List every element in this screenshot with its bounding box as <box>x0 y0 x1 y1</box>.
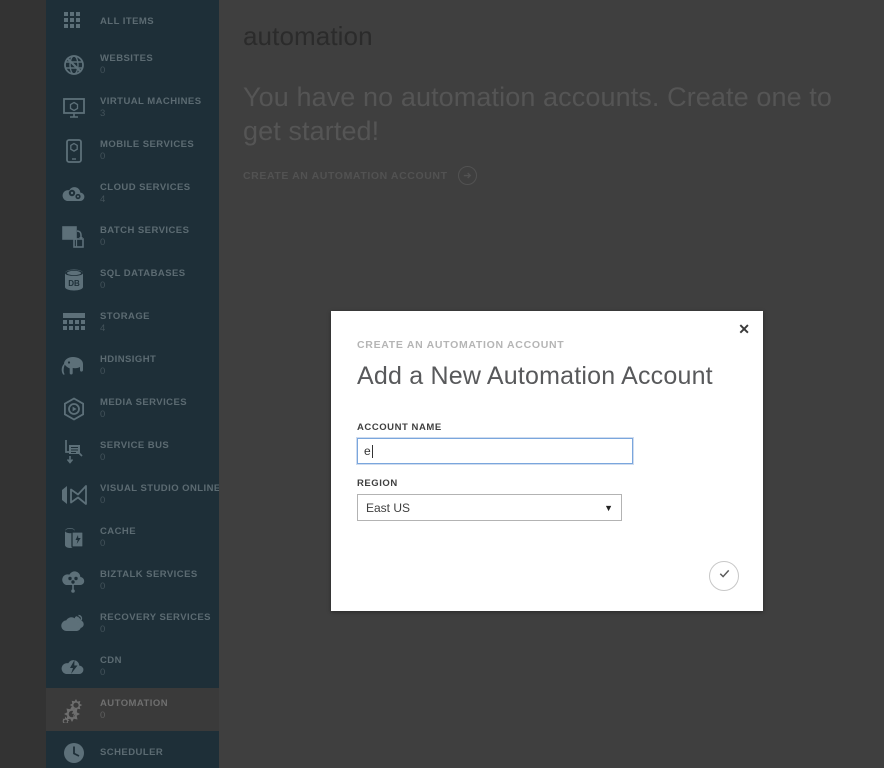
sidebar-item-label: CACHE <box>100 525 137 537</box>
table-icon <box>54 305 94 341</box>
sidebar-item-label: VISUAL STUDIO ONLINE <box>100 482 219 494</box>
azure-portal-window: ALL ITEMS WEBSITES 0 VIRTUAL MACHINES 3 … <box>0 0 884 768</box>
sidebar-item-biztalk-services[interactable]: BIZTALK SERVICES 0 <box>46 559 219 602</box>
cdn-cloud-icon <box>54 649 94 685</box>
grid-icon <box>54 4 94 40</box>
elephant-icon <box>54 348 94 384</box>
left-rail-strip <box>0 0 46 768</box>
sidebar-item-count: 0 <box>100 623 106 635</box>
sidebar-item-all-items[interactable]: ALL ITEMS <box>46 0 219 43</box>
visual-studio-icon <box>54 477 94 513</box>
sidebar-item-count: 4 <box>100 322 106 334</box>
sidebar-item-storage[interactable]: STORAGE 4 <box>46 301 219 344</box>
media-play-icon <box>54 391 94 427</box>
sidebar-item-count: 0 <box>100 666 106 678</box>
page-title: automation <box>243 21 373 51</box>
biztalk-icon <box>54 563 94 599</box>
sidebar-item-hdinsight[interactable]: HDINSIGHT 0 <box>46 344 219 387</box>
sidebar-item-label: CDN <box>100 654 122 666</box>
sidebar-item-cdn[interactable]: CDN 0 <box>46 645 219 688</box>
account-name-value: e <box>364 444 371 458</box>
sidebar-item-websites[interactable]: WEBSITES 0 <box>46 43 219 86</box>
recovery-cloud-icon <box>54 606 94 642</box>
sidebar-item-count: 0 <box>100 709 106 721</box>
sidebar-item-recovery-services[interactable]: RECOVERY SERVICES 0 <box>46 602 219 645</box>
sidebar-item-label: MEDIA SERVICES <box>100 396 188 408</box>
create-automation-account-label: CREATE AN AUTOMATION ACCOUNT <box>243 169 448 182</box>
sidebar-item-label: ALL ITEMS <box>100 15 155 27</box>
sidebar-item-count: 0 <box>100 150 106 162</box>
sidebar-item-visual-studio-online[interactable]: VISUAL STUDIO ONLINE 0 <box>46 473 219 516</box>
dialog-eyebrow: CREATE AN AUTOMATION ACCOUNT <box>357 339 565 351</box>
sidebar-item-count: 0 <box>100 494 106 506</box>
sidebar-item-label: WEBSITES <box>100 52 154 64</box>
sidebar-item-cache[interactable]: CACHE 0 <box>46 516 219 559</box>
create-automation-account-link[interactable]: CREATE AN AUTOMATION ACCOUNT <box>243 166 860 185</box>
account-name-field-group: ACCOUNT NAME e <box>356 422 737 465</box>
sidebar-item-label: BIZTALK SERVICES <box>100 568 198 580</box>
sidebar-item-label: STORAGE <box>100 310 150 322</box>
cloud-gears-icon <box>54 176 94 212</box>
cache-icon <box>54 520 94 556</box>
sidebar-item-count: 4 <box>100 193 106 205</box>
sidebar-item-label: SERVICE BUS <box>100 439 170 451</box>
text-caret <box>371 444 373 458</box>
region-select[interactable]: East US ▼ <box>357 494 622 521</box>
add-automation-account-dialog: ✕ CREATE AN AUTOMATION ACCOUNT Add a New… <box>331 311 763 611</box>
close-icon[interactable]: ✕ <box>738 322 750 336</box>
sidebar-item-label: MOBILE SERVICES <box>100 138 195 150</box>
monitor-icon <box>54 90 94 126</box>
sidebar-item-label: HDINSIGHT <box>100 353 157 365</box>
globe-icon <box>54 47 94 83</box>
checkmark-icon <box>717 566 732 586</box>
sidebar-item-mobile-services[interactable]: MOBILE SERVICES 0 <box>46 129 219 172</box>
sidebar-item-label: VIRTUAL MACHINES <box>100 95 202 107</box>
empty-state-message: You have no automation accounts. Create … <box>243 82 833 146</box>
clock-icon <box>54 735 94 768</box>
batch-icon <box>54 219 94 255</box>
sidebar-item-label: RECOVERY SERVICES <box>100 611 211 623</box>
region-label: REGION <box>357 478 398 489</box>
sidebar-item-label: SQL DATABASES <box>100 267 186 279</box>
sidebar-item-count: 0 <box>100 451 106 463</box>
sidebar-item-count: 0 <box>100 365 106 377</box>
region-selected-value: East US <box>366 500 411 515</box>
sidebar-item-count: 0 <box>100 537 106 549</box>
dialog-body: CREATE AN AUTOMATION ACCOUNT Add a New A… <box>331 311 763 521</box>
account-name-input[interactable]: e <box>356 437 634 465</box>
sidebar-item-service-bus[interactable]: SERVICE BUS 0 <box>46 430 219 473</box>
sidebar-item-cloud-services[interactable]: CLOUD SERVICES 4 <box>46 172 219 215</box>
database-icon: DB <box>54 262 94 298</box>
confirm-button[interactable] <box>709 561 739 591</box>
sidebar-item-batch-services[interactable]: BATCH SERVICES 0 <box>46 215 219 258</box>
sidebar-item-virtual-machines[interactable]: VIRTUAL MACHINES 3 <box>46 86 219 129</box>
sidebar-item-count: 0 <box>100 580 106 592</box>
svg-text:DB: DB <box>68 279 80 288</box>
sidebar-item-automation[interactable]: AUTOMATION 0 <box>46 688 219 731</box>
sidebar-item-count: 0 <box>100 64 106 76</box>
account-name-label: ACCOUNT NAME <box>357 422 442 433</box>
service-bus-icon <box>54 434 94 470</box>
chevron-down-icon: ▼ <box>604 502 613 513</box>
dialog-footer <box>709 561 739 591</box>
automation-gear-icon <box>54 692 94 728</box>
sidebar-item-sql-databases[interactable]: DB SQL DATABASES 0 <box>46 258 219 301</box>
arrow-right-circle-icon <box>457 166 477 185</box>
sidebar-item-scheduler[interactable]: SCHEDULER <box>46 731 219 768</box>
dialog-title: Add a New Automation Account <box>357 362 713 390</box>
sidebar-item-count: 3 <box>100 107 106 119</box>
sidebar-item-label: BATCH SERVICES <box>100 224 190 236</box>
sidebar-item-label: SCHEDULER <box>100 746 164 758</box>
sidebar-item-media-services[interactable]: MEDIA SERVICES 0 <box>46 387 219 430</box>
sidebar-item-label: AUTOMATION <box>100 697 169 709</box>
region-field-group: REGION East US ▼ <box>357 478 737 521</box>
phone-icon <box>54 133 94 169</box>
sidebar-item-count: 0 <box>100 408 106 420</box>
sidebar-item-count: 0 <box>100 236 106 248</box>
sidebar-item-label: CLOUD SERVICES <box>100 181 191 193</box>
sidebar-nav[interactable]: ALL ITEMS WEBSITES 0 VIRTUAL MACHINES 3 … <box>46 0 219 768</box>
sidebar-item-count: 0 <box>100 279 106 291</box>
